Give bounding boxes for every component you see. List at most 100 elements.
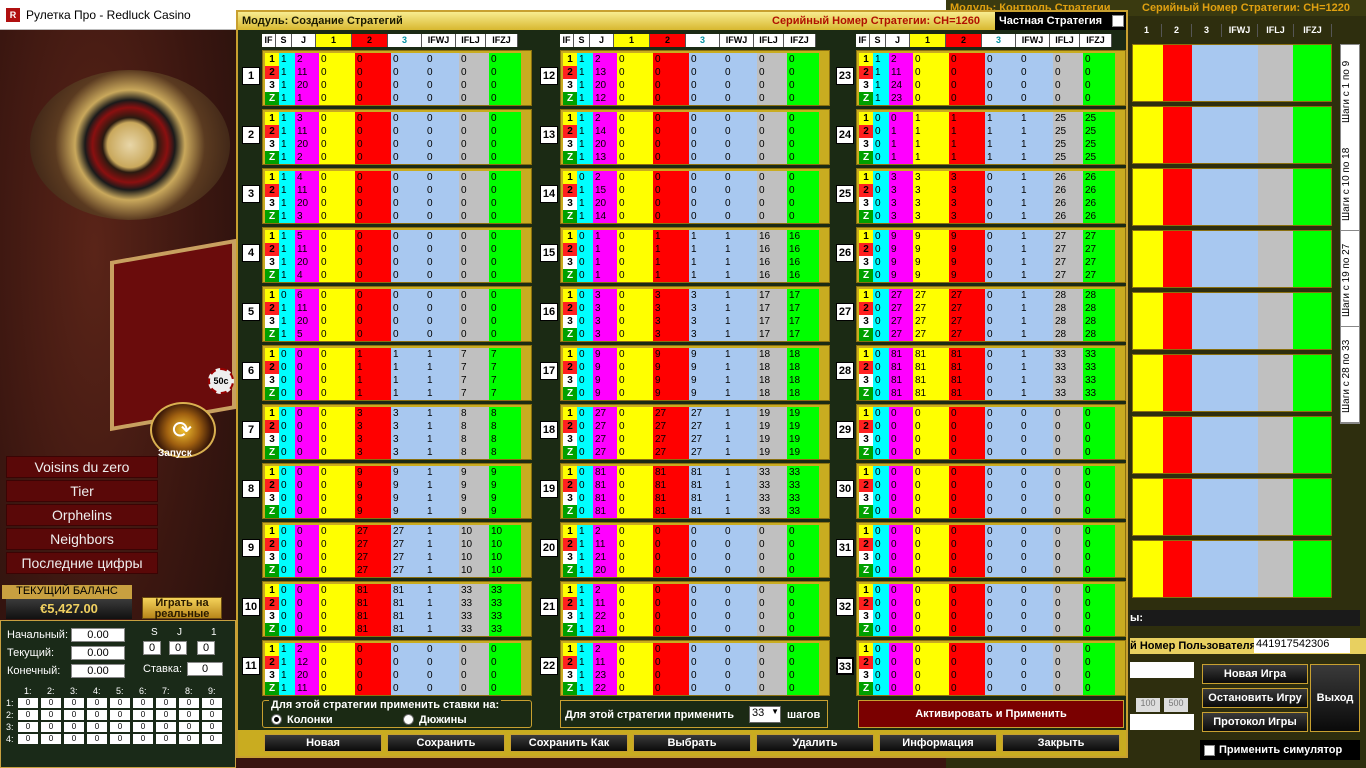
value-cell[interactable]: 0: [787, 53, 819, 66]
if-cell[interactable]: Z: [563, 682, 577, 695]
value-cell[interactable]: 18: [757, 348, 787, 361]
value-cell[interactable]: 0: [985, 289, 1019, 302]
value-cell[interactable]: 0: [653, 79, 689, 92]
value-cell[interactable]: 81: [653, 466, 689, 479]
if-cell[interactable]: 2: [265, 184, 279, 197]
value-cell[interactable]: 7: [459, 374, 489, 387]
value-cell[interactable]: 0: [653, 538, 689, 551]
value-cell[interactable]: 0: [355, 125, 391, 138]
value-cell[interactable]: 0: [279, 348, 295, 361]
value-cell[interactable]: 4: [295, 269, 319, 282]
value-cell[interactable]: 0: [1053, 623, 1083, 636]
value-cell[interactable]: 0: [689, 171, 723, 184]
value-cell[interactable]: 26: [1053, 171, 1083, 184]
step-card[interactable]: 100099199200099199300099199Z00099199: [262, 463, 532, 519]
value-cell[interactable]: 1: [355, 348, 391, 361]
value-cell[interactable]: 0: [913, 656, 949, 669]
value-cell[interactable]: 0: [653, 525, 689, 538]
value-cell[interactable]: 0: [1083, 623, 1115, 636]
value-cell[interactable]: 3: [889, 197, 913, 210]
if-cell[interactable]: 1: [859, 525, 873, 538]
value-cell[interactable]: 0: [787, 92, 819, 105]
value-cell[interactable]: 0: [355, 669, 391, 682]
value-cell[interactable]: 8: [459, 446, 489, 459]
value-cell[interactable]: 0: [319, 479, 355, 492]
value-cell[interactable]: 27: [355, 525, 391, 538]
step-card[interactable]: 1 0 0 0 27 27 1 10 10 2 0 0 0 27 27 1 10 10 3 0 0 0 27 27 1 10 10 Z…: [262, 522, 532, 578]
value-cell[interactable]: 0: [319, 269, 355, 282]
value-cell[interactable]: 0: [355, 328, 391, 341]
value-cell[interactable]: 1: [425, 374, 459, 387]
value-cell[interactable]: 9: [689, 374, 723, 387]
value-cell[interactable]: 0: [319, 407, 355, 420]
value-cell[interactable]: 1: [1019, 348, 1053, 361]
value-cell[interactable]: 0: [1053, 79, 1083, 92]
if-cell[interactable]: 2: [563, 184, 577, 197]
if-cell[interactable]: 1: [563, 525, 577, 538]
value-cell[interactable]: 19: [787, 433, 819, 446]
value-cell[interactable]: 0: [873, 610, 889, 623]
value-cell[interactable]: 27: [1083, 256, 1115, 269]
if-cell[interactable]: 1: [563, 584, 577, 597]
value-cell[interactable]: 0: [1053, 505, 1083, 518]
value-cell[interactable]: 0: [617, 315, 653, 328]
value-cell[interactable]: 81: [913, 387, 949, 400]
value-cell[interactable]: 1: [723, 420, 757, 433]
value-cell[interactable]: 0: [873, 466, 889, 479]
value-cell[interactable]: 1: [1019, 315, 1053, 328]
if-cell[interactable]: Z: [859, 505, 873, 518]
value-cell[interactable]: 0: [949, 492, 985, 505]
value-cell[interactable]: 1: [689, 243, 723, 256]
value-cell[interactable]: 0: [689, 66, 723, 79]
value-cell[interactable]: 27: [593, 407, 617, 420]
value-cell[interactable]: 0: [425, 125, 459, 138]
value-cell[interactable]: 0: [391, 184, 425, 197]
value-cell[interactable]: 0: [653, 656, 689, 669]
value-cell[interactable]: 0: [319, 151, 355, 164]
value-cell[interactable]: 9: [653, 348, 689, 361]
value-cell[interactable]: 0: [985, 505, 1019, 518]
value-cell[interactable]: 0: [653, 682, 689, 695]
if-cell[interactable]: 1: [265, 289, 279, 302]
select-button[interactable]: Выбрать: [633, 734, 751, 752]
value-cell[interactable]: 1: [279, 243, 295, 256]
value-cell[interactable]: 0: [459, 656, 489, 669]
value-cell[interactable]: 0: [391, 210, 425, 223]
value-cell[interactable]: 0: [723, 623, 757, 636]
value-cell[interactable]: 26: [1083, 171, 1115, 184]
value-cell[interactable]: 0: [319, 230, 355, 243]
value-cell[interactable]: 27: [889, 328, 913, 341]
value-cell[interactable]: 0: [723, 525, 757, 538]
value-cell[interactable]: 0: [889, 492, 913, 505]
value-cell[interactable]: 0: [617, 151, 653, 164]
value-cell[interactable]: 1: [723, 492, 757, 505]
value-cell[interactable]: 20: [593, 564, 617, 577]
value-cell[interactable]: 0: [985, 597, 1019, 610]
value-cell[interactable]: 0: [459, 125, 489, 138]
value-cell[interactable]: 0: [355, 315, 391, 328]
value-cell[interactable]: 0: [757, 184, 787, 197]
value-cell[interactable]: 0: [355, 184, 391, 197]
value-cell[interactable]: 0: [873, 387, 889, 400]
value-cell[interactable]: 0: [319, 348, 355, 361]
if-cell[interactable]: 3: [563, 315, 577, 328]
value-cell[interactable]: 17: [757, 302, 787, 315]
value-cell[interactable]: 0: [723, 551, 757, 564]
value-cell[interactable]: 7: [459, 361, 489, 374]
value-cell[interactable]: 0: [295, 446, 319, 459]
value-cell[interactable]: 0: [873, 374, 889, 387]
value-cell[interactable]: 33: [489, 610, 521, 623]
value-cell[interactable]: 1: [425, 597, 459, 610]
if-cell[interactable]: 2: [265, 302, 279, 315]
value-cell[interactable]: 0: [787, 643, 819, 656]
if-cell[interactable]: 1: [859, 112, 873, 125]
value-cell[interactable]: 9: [889, 269, 913, 282]
value-cell[interactable]: 0: [489, 112, 521, 125]
value-cell[interactable]: 1: [425, 348, 459, 361]
value-cell[interactable]: 0: [913, 538, 949, 551]
value-cell[interactable]: 0: [913, 466, 949, 479]
value-cell[interactable]: 2: [295, 643, 319, 656]
value-cell[interactable]: 0: [577, 348, 593, 361]
value-cell[interactable]: 0: [577, 374, 593, 387]
value-cell[interactable]: 81: [653, 492, 689, 505]
